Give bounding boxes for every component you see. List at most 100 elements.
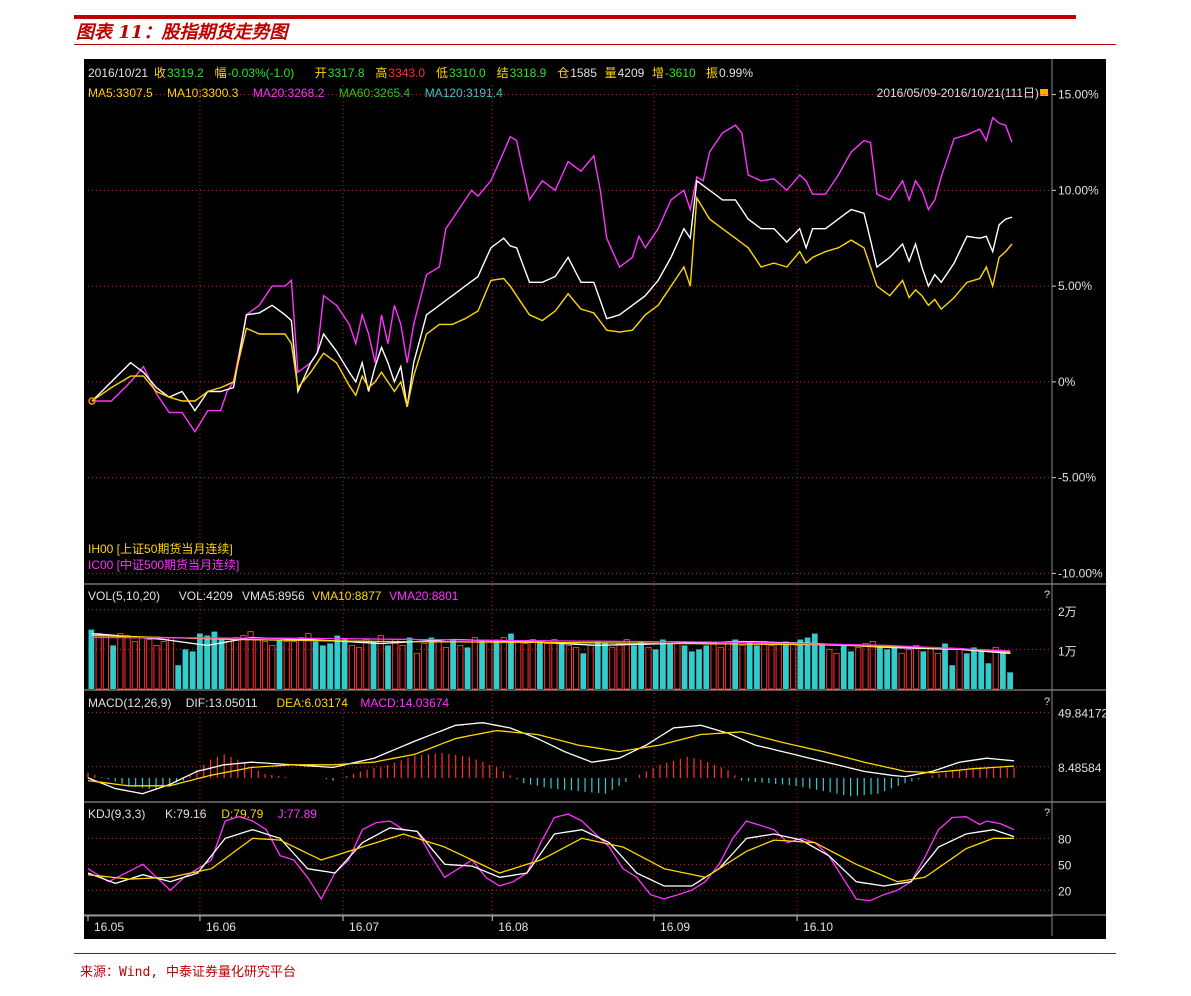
volume-bar	[587, 644, 594, 690]
volume-bar	[645, 646, 652, 690]
volume-bar	[602, 643, 608, 689]
volume-bar	[305, 633, 312, 690]
volume-bar	[551, 639, 558, 690]
kdj-line-2	[87, 833, 1014, 883]
volume-bar	[102, 635, 110, 690]
volume-bar	[95, 633, 102, 690]
volume-bar	[211, 631, 218, 689]
price-series-line-0	[92, 116, 1013, 433]
volume-bar	[580, 653, 587, 689]
volume-bar	[471, 637, 478, 690]
volume-bar	[558, 643, 565, 689]
volume-bar	[153, 644, 160, 690]
volume-bar	[341, 639, 348, 689]
volume-bar	[754, 645, 760, 689]
header-label-6: 仓	[557, 66, 569, 80]
volume-bar	[312, 641, 319, 689]
volume-bar	[775, 642, 782, 690]
volume-bar	[479, 639, 485, 689]
volume-bar	[500, 637, 507, 690]
volume-bar	[261, 640, 269, 690]
price-ytick-5: -10.00%	[1058, 566, 1103, 580]
volume-bar	[204, 635, 210, 689]
volume-bar	[565, 644, 573, 690]
header-label-0: 收	[154, 66, 166, 80]
price-ytick-1: 10.00%	[1058, 183, 1099, 197]
volume-bar	[652, 649, 659, 689]
volume-bar	[88, 629, 95, 689]
source-note: 来源：Wind, 中泰证券量化研究平台	[80, 965, 296, 980]
volume-bar	[240, 635, 247, 690]
volume-bar	[761, 640, 768, 690]
kdj-legend-1: K:79.16	[165, 807, 207, 821]
volume-bar	[283, 640, 290, 690]
macd-legend-1: DIF:13.05011	[186, 696, 258, 710]
volume-bar	[442, 646, 450, 690]
footer-divider	[74, 953, 1116, 954]
header-date: 2016/10/21	[88, 66, 148, 80]
volume-bar	[464, 647, 471, 689]
volume-bar	[819, 643, 825, 689]
header-label-2: 开	[315, 66, 327, 80]
header-value-3: 3343.0	[388, 66, 425, 80]
volume-bar	[638, 641, 645, 689]
header-value-8: -3610	[665, 66, 696, 80]
price-ytick-3: 0%	[1058, 375, 1076, 389]
volume-bar	[884, 649, 891, 689]
volume-bar	[435, 639, 442, 690]
volume-bar	[124, 635, 131, 690]
macd-legend-0: MACD(12,26,9)	[88, 696, 171, 710]
price-ytick-0: 15.00%	[1058, 88, 1099, 102]
header-value-5: 3318.9	[510, 66, 547, 80]
volume-bar	[768, 644, 775, 690]
volume-bar	[840, 645, 847, 689]
vol-ma-line-0	[91, 632, 1011, 655]
volume-bar	[225, 640, 232, 690]
x-tick-label-2: 16.07	[349, 920, 379, 934]
volume-bar	[732, 639, 739, 689]
header-label-1: 幅	[215, 65, 227, 80]
volume-bar	[138, 637, 146, 690]
kdj-legend-0: KDJ(9,3,3)	[88, 807, 145, 821]
volume-bar	[746, 641, 753, 689]
vol-legend-3: VMA10:8877	[312, 589, 382, 603]
price-ytick-2: 5.00%	[1058, 279, 1092, 293]
x-tick-label-3: 16.08	[498, 920, 528, 934]
volume-bar	[189, 651, 196, 689]
vol-ytick-1: 1万	[1058, 644, 1077, 658]
header-value-6: 1585	[570, 66, 597, 80]
header-value-1: -0.03%(-1.0)	[228, 66, 295, 80]
header-value-7: 4209	[618, 66, 645, 80]
volume-bar	[254, 639, 261, 690]
volume-bar	[898, 652, 905, 690]
volume-bar	[218, 637, 225, 689]
volume-bar	[457, 644, 464, 690]
volume-bar	[992, 646, 999, 690]
kdj-ytick-0: 80	[1058, 832, 1072, 846]
volume-bar	[573, 646, 580, 690]
volume-bar	[739, 644, 746, 690]
volume-bar	[327, 643, 333, 689]
x-tick-label-0: 16.05	[94, 920, 124, 934]
volume-bar	[486, 640, 493, 690]
volume-bar	[493, 639, 500, 689]
volume-bar	[949, 665, 956, 689]
volume-bar	[913, 644, 920, 690]
volume-bar	[826, 648, 833, 690]
volume-bar	[1007, 672, 1013, 689]
volume-bar	[783, 641, 789, 689]
volume-bar	[971, 647, 977, 689]
volume-bar	[891, 647, 898, 689]
vol-legend-4: VMA20:8801	[389, 589, 459, 603]
volume-bar	[797, 639, 804, 689]
volume-bar	[522, 642, 529, 690]
ma-legend-0: MA5:3307.5	[88, 86, 153, 100]
volume-bar	[276, 639, 283, 689]
volume-bar	[348, 644, 355, 690]
ma-legend-4: MA120:3191.4	[425, 86, 503, 100]
volume-bar	[290, 640, 298, 690]
price-series-line-2	[91, 195, 1013, 407]
volume-bar	[927, 646, 934, 690]
volume-bar	[175, 665, 182, 689]
volume-bar	[450, 639, 456, 689]
